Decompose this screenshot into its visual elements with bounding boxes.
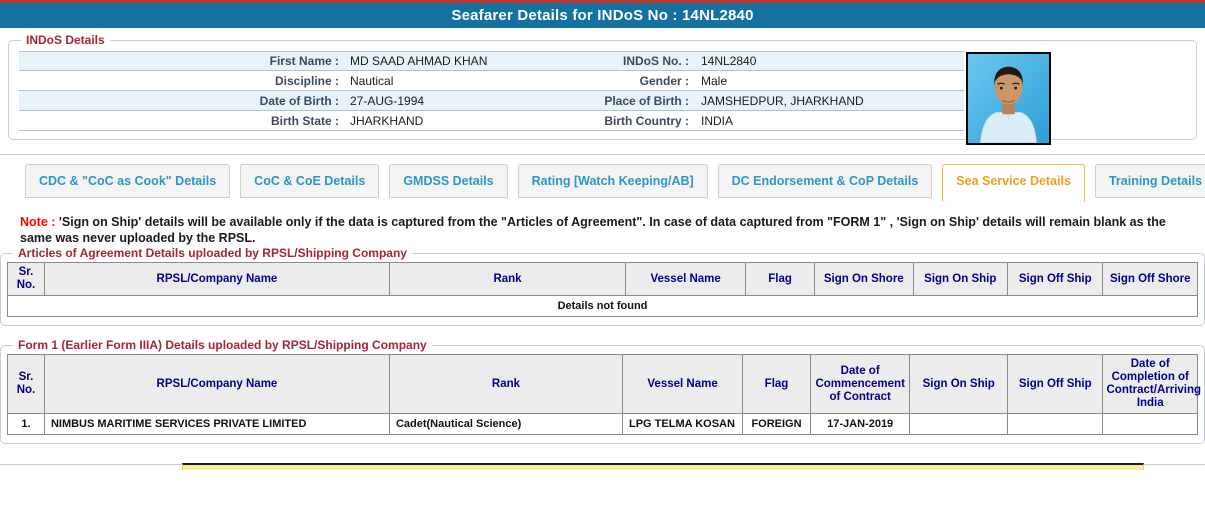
flag-cell: FOREIGN bbox=[743, 414, 811, 435]
column-header: Sign On Shore bbox=[814, 263, 913, 296]
articles-of-agreement-table: Sr. No. RPSL/Company Name Rank Vessel Na… bbox=[7, 262, 1198, 317]
page-title: Seafarer Details for INDoS No : 14NL2840 bbox=[451, 7, 753, 24]
column-header: Date of Completion of Contract/Arriving … bbox=[1103, 355, 1198, 414]
detail-row: First Name : MD SAAD AHMAD KHAN INDoS No… bbox=[19, 51, 964, 71]
detail-row: Date of Birth : 27-AUG-1994 Place of Bir… bbox=[19, 91, 964, 111]
detail-row: Birth State : JHARKHAND Birth Country : … bbox=[19, 111, 964, 131]
seafarer-summary-panel: INDoS Details First Name : MD SAAD AHMAD… bbox=[0, 28, 1205, 155]
tab-rating-watch-keeping-ab[interactable]: Rating [Watch Keeping/AB] bbox=[518, 164, 708, 198]
seafarer-photo bbox=[966, 52, 1051, 145]
sr-no-cell: 1. bbox=[8, 414, 45, 435]
indos-details-legend: INDoS Details bbox=[21, 33, 110, 47]
gender-label: Gender : bbox=[504, 74, 689, 88]
tab-bar: CDC & "CoC as Cook" Details CoC & CoE De… bbox=[0, 155, 1205, 198]
column-header: Sign Off Shore bbox=[1103, 263, 1198, 296]
column-header: Flag bbox=[743, 355, 811, 414]
column-header: RPSL/Company Name bbox=[44, 263, 389, 296]
column-header: Date of Commencement of Contract bbox=[810, 355, 910, 414]
tab-gmdss-details[interactable]: GMDSS Details bbox=[389, 164, 507, 198]
tab-dc-endorsement-cop-details[interactable]: DC Endorsement & CoP Details bbox=[718, 164, 933, 198]
column-header: Rank bbox=[389, 355, 622, 414]
birth-state-value: JHARKHAND bbox=[339, 114, 504, 128]
indos-no-value: 14NL2840 bbox=[689, 54, 964, 68]
place-of-birth-value: JAMSHEDPUR, JHARKHAND bbox=[689, 94, 964, 108]
form1-details-table: Sr. No. RPSL/Company Name Rank Vessel Na… bbox=[7, 354, 1198, 435]
sign-on-ship-cell bbox=[910, 414, 1008, 435]
indos-details-fieldset: INDoS Details First Name : MD SAAD AHMAD… bbox=[8, 33, 1197, 140]
column-header: RPSL/Company Name bbox=[44, 355, 389, 414]
form1-details-fieldset: Form 1 (Earlier Form IIIA) Details uploa… bbox=[0, 338, 1205, 444]
note-text: 'Sign on Ship' details will be available… bbox=[20, 215, 1166, 245]
column-header: Sign Off Ship bbox=[1008, 263, 1103, 296]
company-name-cell: NIMBUS MARITIME SERVICES PRIVATE LIMITED bbox=[44, 414, 389, 435]
column-header: Sign On Ship bbox=[910, 355, 1008, 414]
tab-content-sea-service: Note : 'Sign on Ship' details will be av… bbox=[0, 214, 1205, 444]
place-of-birth-label: Place of Birth : bbox=[504, 94, 689, 108]
first-name-label: First Name : bbox=[19, 54, 339, 68]
table-row: 1. NIMBUS MARITIME SERVICES PRIVATE LIMI… bbox=[8, 414, 1198, 435]
tab-sea-service-details[interactable]: Sea Service Details bbox=[942, 164, 1085, 202]
table-header-row: Sr. No. RPSL/Company Name Rank Vessel Na… bbox=[8, 355, 1198, 414]
tab-coc-coe-details[interactable]: CoC & CoE Details bbox=[240, 164, 379, 198]
birth-country-label: Birth Country : bbox=[504, 114, 689, 128]
commencement-date-cell: 17-JAN-2019 bbox=[810, 414, 910, 435]
table-row: Details not found bbox=[8, 296, 1198, 317]
articles-of-agreement-legend: Articles of Agreement Details uploaded b… bbox=[13, 246, 412, 260]
detail-rows: First Name : MD SAAD AHMAD KHAN INDoS No… bbox=[19, 51, 964, 131]
detail-row: Discipline : Nautical Gender : Male bbox=[19, 71, 964, 91]
birth-country-value: INDIA bbox=[689, 114, 964, 128]
tab-training-details[interactable]: Training Details bbox=[1095, 164, 1205, 198]
page-header: Seafarer Details for INDoS No : 14NL2840 bbox=[0, 3, 1205, 28]
rank-cell: Cadet(Nautical Science) bbox=[389, 414, 622, 435]
date-of-birth-label: Date of Birth : bbox=[19, 94, 339, 108]
discipline-value: Nautical bbox=[339, 74, 504, 88]
gender-value: Male bbox=[689, 74, 964, 88]
page: Seafarer Details for INDoS No : 14NL2840… bbox=[0, 0, 1205, 524]
column-header: Sr. No. bbox=[8, 263, 45, 296]
first-name-value: MD SAAD AHMAD KHAN bbox=[339, 54, 504, 68]
column-header: Rank bbox=[389, 263, 625, 296]
bottom-section bbox=[0, 464, 1205, 524]
sign-off-ship-cell bbox=[1008, 414, 1103, 435]
completion-date-cell bbox=[1103, 414, 1198, 435]
column-header: Vessel Name bbox=[626, 263, 746, 296]
column-header: Sign Off Ship bbox=[1008, 355, 1103, 414]
indos-no-label: INDoS No. : bbox=[504, 54, 689, 68]
notice-strip bbox=[182, 463, 1144, 470]
vessel-name-cell: LPG TELMA KOSAN bbox=[623, 414, 743, 435]
note-prefix: Note : bbox=[20, 215, 55, 229]
table-header-row: Sr. No. RPSL/Company Name Rank Vessel Na… bbox=[8, 263, 1198, 296]
column-header: Sr. No. bbox=[8, 355, 45, 414]
details-not-found-message: Details not found bbox=[8, 296, 1198, 317]
column-header: Flag bbox=[746, 263, 815, 296]
form1-details-legend: Form 1 (Earlier Form IIIA) Details uploa… bbox=[13, 338, 432, 352]
birth-state-label: Birth State : bbox=[19, 114, 339, 128]
articles-of-agreement-fieldset: Articles of Agreement Details uploaded b… bbox=[0, 246, 1205, 326]
date-of-birth-value: 27-AUG-1994 bbox=[339, 94, 504, 108]
column-header: Sign On Ship bbox=[913, 263, 1007, 296]
sign-on-ship-note: Note : 'Sign on Ship' details will be av… bbox=[20, 214, 1185, 246]
tab-cdc-coc-as-cook-details[interactable]: CDC & "CoC as Cook" Details bbox=[25, 164, 230, 198]
column-header: Vessel Name bbox=[623, 355, 743, 414]
discipline-label: Discipline : bbox=[19, 74, 339, 88]
